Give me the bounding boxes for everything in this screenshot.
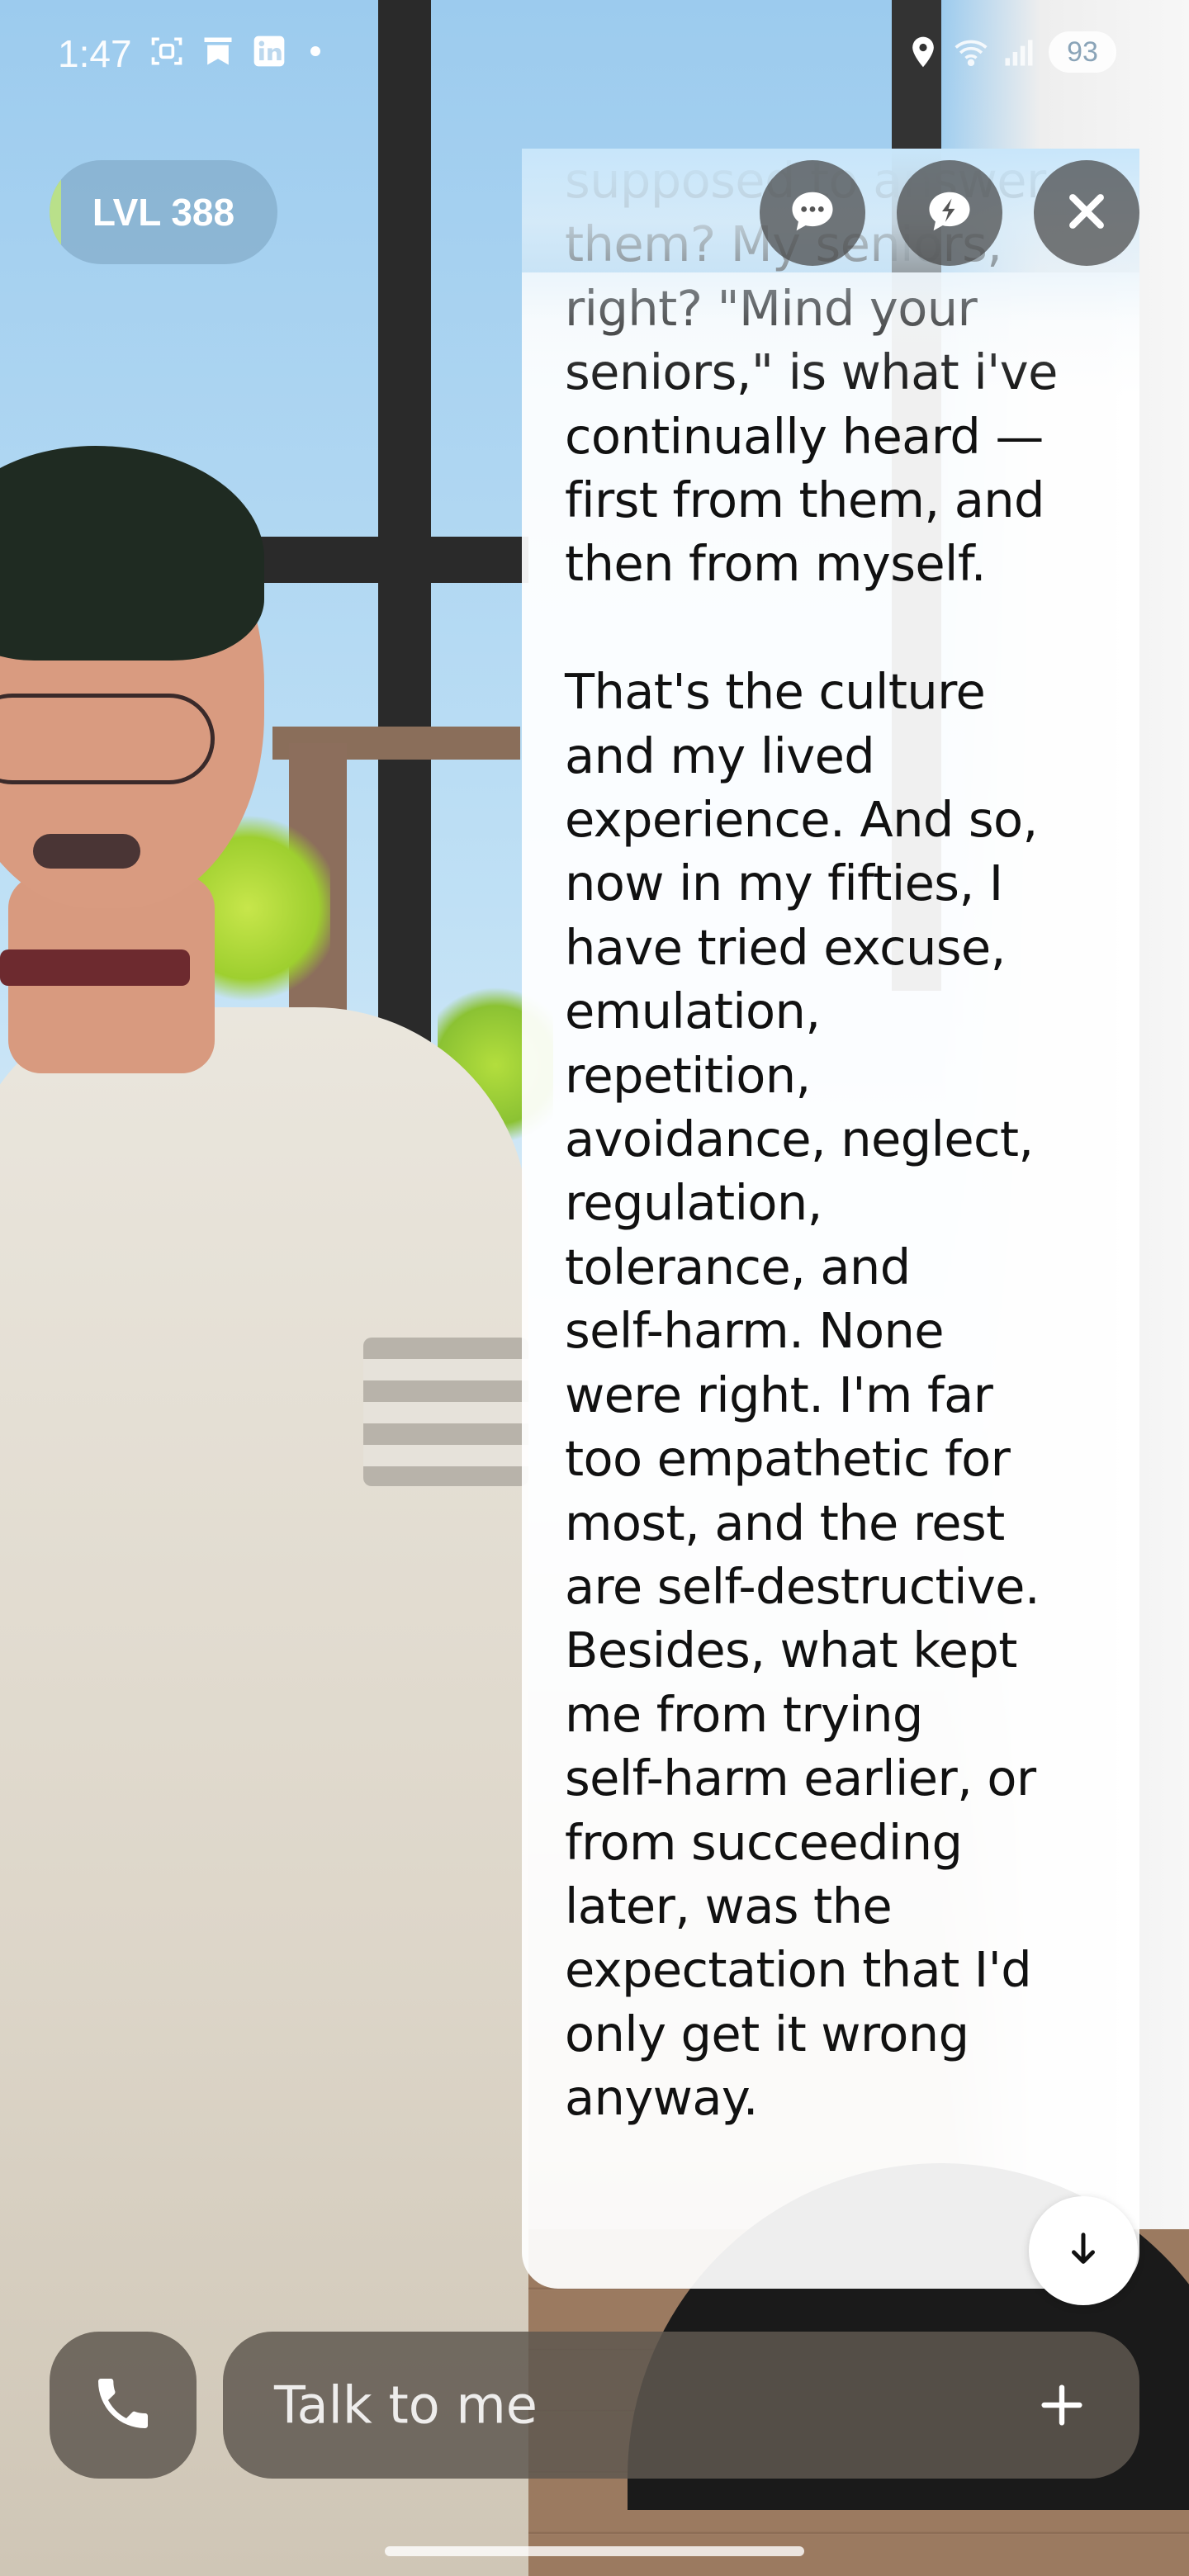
home-indicator[interactable] xyxy=(385,2546,804,2556)
level-label: LVL 388 xyxy=(92,191,235,234)
avatar-lips xyxy=(33,834,140,869)
avatar-sleeve xyxy=(363,1338,528,1486)
close-button[interactable] xyxy=(1034,160,1139,266)
talk-input-placeholder: Talk to me xyxy=(274,2375,538,2436)
talk-input[interactable]: Talk to me xyxy=(223,2332,1139,2479)
avatar-glasses xyxy=(0,694,215,784)
chat-bubble-icon xyxy=(787,186,838,240)
close-icon xyxy=(1061,186,1112,240)
status-time: 1:47 xyxy=(58,32,132,75)
plus-icon xyxy=(1041,2384,1082,2426)
wifi-icon xyxy=(953,34,989,70)
bookmark-icon xyxy=(200,33,236,69)
avatar xyxy=(0,446,545,2576)
location-icon xyxy=(905,34,941,70)
add-button[interactable] xyxy=(1030,2374,1093,2436)
phone-icon xyxy=(90,2370,156,2440)
quick-reply-button[interactable] xyxy=(897,160,1002,266)
lightning-bubble-icon xyxy=(924,186,975,240)
message-text: supposed to answer them? My seniors, rig… xyxy=(565,149,1093,2130)
chat-button[interactable] xyxy=(760,160,865,266)
arrow-down-icon xyxy=(1064,2230,1102,2271)
level-badge[interactable]: LVL 388 xyxy=(50,160,277,264)
scroll-down-button[interactable] xyxy=(1029,2196,1138,2305)
avatar-choker xyxy=(0,949,190,986)
avatar-hair xyxy=(0,446,264,661)
linkedin-icon xyxy=(251,33,287,69)
signal-icon xyxy=(1001,34,1037,70)
message-paragraph: That's the culture and my lived experien… xyxy=(565,663,1040,2127)
status-icons-left xyxy=(149,33,320,69)
notification-dot xyxy=(310,46,320,56)
level-progress-bar xyxy=(50,160,61,264)
status-bar: 1:47 93 xyxy=(0,0,1189,107)
call-button[interactable] xyxy=(50,2332,197,2479)
battery-indicator: 93 xyxy=(1049,31,1116,73)
status-icons-right: 93 xyxy=(905,31,1116,73)
screenshot-icon xyxy=(149,33,185,69)
